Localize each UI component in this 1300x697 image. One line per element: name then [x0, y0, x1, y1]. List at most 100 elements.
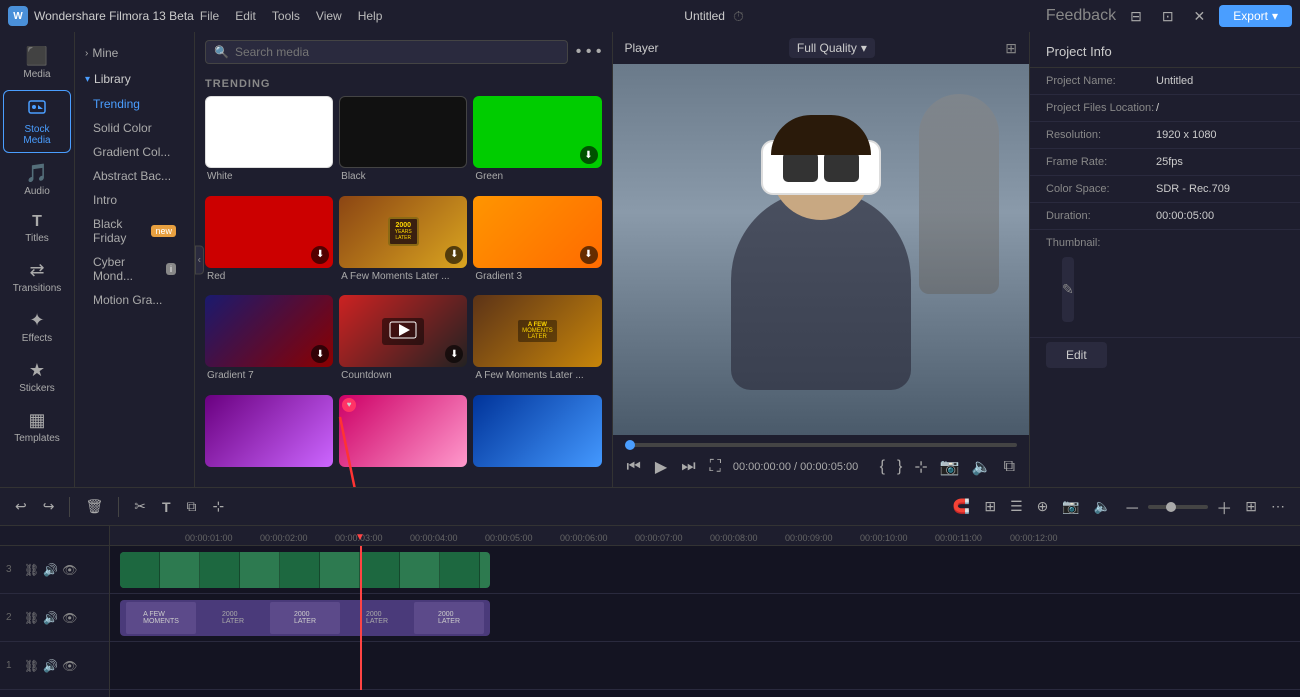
cut-btn[interactable]: ✂ [129, 495, 151, 518]
export-button[interactable]: Export ▾ [1219, 5, 1292, 27]
delete-btn[interactable]: 🗑 [80, 495, 108, 518]
track2-eye-btn[interactable]: 👁 [62, 611, 77, 625]
zoom-slider[interactable] [1148, 505, 1208, 509]
snap-btn[interactable]: 🧲 [948, 495, 975, 518]
media-thumb-black[interactable]: + [339, 96, 467, 168]
more-tl-btn[interactable]: ⊹ [208, 495, 230, 518]
menu-file[interactable]: File [200, 9, 219, 23]
track3-link-btn[interactable]: ⛓ [24, 563, 39, 577]
mark-in-btn[interactable]: { [878, 456, 887, 478]
menu-edit[interactable]: Edit [235, 9, 256, 23]
settings-tl-btn[interactable]: ⋯ [1266, 495, 1290, 518]
more-options-btn[interactable]: • • • [576, 43, 602, 61]
media-label-gradient3: Gradient 3 [473, 271, 601, 282]
sidebar-library[interactable]: ▾ Library [75, 66, 194, 92]
toolbar-stickers[interactable]: ★ Stickers [3, 354, 71, 400]
media-label-black: Black [339, 171, 467, 182]
maximize-btn[interactable]: ⊡ [1156, 6, 1180, 27]
player-settings-icon[interactable]: ⊞ [1005, 40, 1017, 57]
menu-tools[interactable]: Tools [272, 9, 300, 23]
clip-type-btn[interactable]: ☰ [1005, 495, 1028, 518]
pip-btn[interactable]: ⧉ [1002, 456, 1017, 478]
toolbar-templates[interactable]: ▦ Templates [3, 404, 71, 450]
grid-view-btn[interactable]: ⊞ [1240, 495, 1262, 518]
track3-speaker-btn[interactable]: 🔊 [43, 563, 58, 577]
player-timeline-bar[interactable] [625, 443, 1018, 447]
vol-tl-btn[interactable]: 🔈 [1089, 495, 1116, 518]
sidebar-mine[interactable]: › Mine [75, 40, 194, 66]
download-moments-icon[interactable]: ⬇ [445, 246, 463, 264]
search-input[interactable] [235, 45, 559, 59]
menu-help[interactable]: Help [358, 9, 383, 23]
media-thumb-purple[interactable]: + [205, 395, 333, 467]
sidebar-item-trending[interactable]: Trending [79, 92, 190, 116]
project-files-value: / [1156, 102, 1284, 114]
mark-out-btn[interactable]: } [895, 456, 904, 478]
list-item: + [473, 395, 601, 478]
media-thumb-blue[interactable]: + [473, 395, 601, 467]
sidebar-item-cyber-monday[interactable]: Cyber Mond... i [79, 250, 190, 288]
text-insert-btn[interactable]: T [157, 496, 176, 518]
thumbnail-edit-icon-btn[interactable]: ✎ [1062, 281, 1074, 298]
list-item: ⬇ Countdown [339, 295, 467, 389]
undo-btn[interactable]: ↩ [10, 495, 32, 518]
toolbar-effects[interactable]: ✦ Effects [3, 304, 71, 350]
track-clip-effect-2[interactable]: A FEWMOMENTS 2000LATER 2000LATER 2000LAT… [120, 600, 490, 636]
track1-eye-btn[interactable]: 👁 [62, 659, 77, 673]
toolbar-audio[interactable]: 🎵 Audio [3, 157, 71, 203]
fullscreen-btn[interactable]: ⛶ [708, 456, 723, 478]
thumbnail-area: ✎ [1062, 257, 1074, 322]
add-track-btn[interactable]: ⊕ [1032, 495, 1054, 518]
redo-btn[interactable]: ↪ [38, 495, 60, 518]
sidebar-item-solid-color[interactable]: Solid Color [79, 116, 190, 140]
zoom-in-btn[interactable]: ＋ [1212, 493, 1236, 521]
play-btn[interactable]: ▶ [653, 455, 669, 479]
sidebar-item-intro[interactable]: Intro [79, 188, 190, 212]
track3-eye-btn[interactable]: 👁 [62, 563, 77, 577]
media-thumb-gradient3[interactable]: ⬇ + [473, 196, 601, 268]
media-thumb-moments[interactable]: 2000 YEARS LATER ⬇ [339, 196, 467, 268]
feedback-btn[interactable]: Feedback [1046, 7, 1116, 25]
quality-selector[interactable]: Full Quality ▾ [789, 38, 875, 58]
track-clip-video-3[interactable] [120, 552, 490, 588]
sidebar-collapse-btn[interactable]: ‹ [195, 245, 204, 274]
sidebar-item-abstract-bac[interactable]: Abstract Bac... [79, 164, 190, 188]
media-thumb-white[interactable]: + [205, 96, 333, 168]
project-edit-button[interactable]: Edit [1046, 342, 1107, 368]
copy-btn[interactable]: ⧉ [182, 495, 202, 518]
track2-link-btn[interactable]: ⛓ [24, 611, 39, 625]
playhead[interactable] [360, 546, 362, 690]
media-thumb-red[interactable]: ⬇ + [205, 196, 333, 268]
media-thumb-green[interactable]: ⬇ + [473, 96, 601, 168]
zoom-handle[interactable] [1166, 502, 1176, 512]
zoom-out-btn[interactable]: － [1120, 493, 1144, 521]
prev-frame-btn[interactable]: ⏮ [625, 456, 643, 478]
player-handle[interactable] [625, 440, 635, 450]
toolbar-stock-media[interactable]: Stock Media [3, 90, 71, 153]
track1-link-btn[interactable]: ⛓ [24, 659, 39, 673]
media-thumb-countdown[interactable]: ⬇ [339, 295, 467, 367]
sidebar-item-motion-gra[interactable]: Motion Gra... [79, 288, 190, 312]
volume-btn[interactable]: 🔈 [970, 455, 994, 479]
menu-view[interactable]: View [316, 9, 342, 23]
toolbar-media[interactable]: ⬛ Media [3, 40, 71, 86]
camera-tl-btn[interactable]: 📷 [1057, 495, 1084, 518]
thumbnail-row: Thumbnail: ✎ [1030, 230, 1300, 338]
toolbar-transitions[interactable]: ⇄ Transitions [3, 254, 71, 300]
toolbar-titles[interactable]: T Titles [3, 207, 71, 250]
media-thumb-gradient7[interactable]: ⬇ + [205, 295, 333, 367]
sidebar-item-black-friday[interactable]: Black Friday new [79, 212, 190, 250]
next-frame-btn[interactable]: ⏭ [679, 456, 697, 478]
track1-speaker-btn[interactable]: 🔊 [43, 659, 58, 673]
media-thumb-pink[interactable]: ♥ + [339, 395, 467, 467]
snapshot-btn[interactable]: 📷 [938, 455, 962, 479]
ripple-btn[interactable]: ⊞ [979, 495, 1001, 518]
time-ruler: 00:00:01:00 00:00:02:00 00:00:03:00 00:0… [110, 526, 1300, 546]
media-thumb-moments2[interactable]: A FEW MOMENTS LATER [473, 295, 601, 367]
sidebar-item-gradient-color[interactable]: Gradient Col... [79, 140, 190, 164]
minimize-btn[interactable]: ⊟ [1124, 6, 1148, 27]
templates-label: Templates [14, 433, 60, 444]
crop-btn[interactable]: ⊹ [912, 455, 929, 479]
track2-speaker-btn[interactable]: 🔊 [43, 611, 58, 625]
close-btn[interactable]: ✕ [1188, 6, 1212, 27]
